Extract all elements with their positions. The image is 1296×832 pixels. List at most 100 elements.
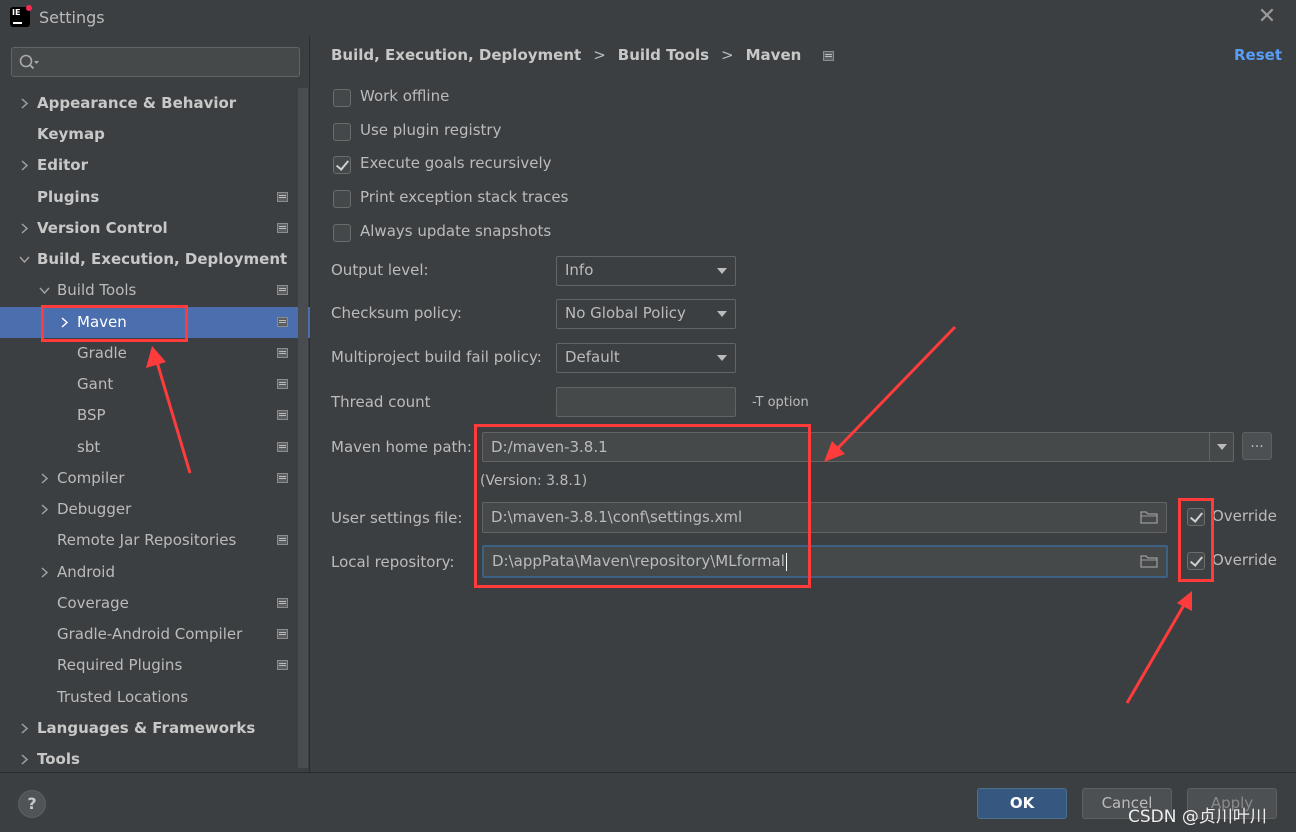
search-input[interactable] xyxy=(44,51,294,73)
sidebar-item-appearance-behavior[interactable]: Appearance & Behavior xyxy=(0,88,310,119)
sidebar-item-build-execution-deployment[interactable]: Build, Execution, Deployment xyxy=(0,244,310,275)
settings-sidebar: Appearance & Behavior Keymap Editor Plug… xyxy=(0,36,310,772)
maven-home-input[interactable]: D:/maven-3.8.1 xyxy=(482,432,1234,462)
checkbox-box[interactable] xyxy=(333,224,351,242)
sidebar-item-label: sbt xyxy=(77,438,101,456)
project-settings-icon xyxy=(277,317,288,327)
checkbox-box[interactable] xyxy=(1187,552,1205,570)
sidebar-item-label: Build Tools xyxy=(57,281,137,299)
output-level-select[interactable]: Info xyxy=(556,256,736,286)
breadcrumb-separator: > xyxy=(721,46,734,64)
help-button[interactable]: ? xyxy=(18,790,46,818)
folder-icon[interactable] xyxy=(1140,510,1158,524)
sidebar-item-debugger[interactable]: Debugger xyxy=(0,494,310,525)
sidebar-item-languages-frameworks[interactable]: Languages & Frameworks xyxy=(0,713,310,744)
field-value: D:\maven-3.8.1\conf\settings.xml xyxy=(491,508,743,526)
multiproject-fail-policy-select[interactable]: Default xyxy=(556,343,736,373)
breadcrumb-item: Build, Execution, Deployment xyxy=(331,46,582,64)
project-settings-icon xyxy=(277,223,288,233)
sidebar-item-label: Languages & Frameworks xyxy=(37,719,256,737)
reset-link[interactable]: Reset xyxy=(1234,46,1282,64)
window-title: Settings xyxy=(39,8,105,27)
checksum-policy-select[interactable]: No Global Policy xyxy=(556,299,736,329)
output-level-label: Output level: xyxy=(331,261,429,279)
project-settings-icon xyxy=(277,192,288,202)
chevron-right-icon xyxy=(17,713,31,744)
ok-button[interactable]: OK xyxy=(977,788,1067,819)
chevron-right-icon xyxy=(37,557,51,588)
checksum-policy-label: Checksum policy: xyxy=(331,304,462,322)
project-settings-icon xyxy=(277,598,288,608)
checkbox-box[interactable] xyxy=(333,89,351,107)
checkbox-box[interactable] xyxy=(1187,508,1205,526)
sidebar-item-label: Maven xyxy=(77,313,127,331)
thread-count-label: Thread count xyxy=(331,393,431,411)
chevron-down-icon xyxy=(17,244,31,275)
override-label: Override xyxy=(1212,507,1277,525)
sidebar-item-compiler[interactable]: Compiler xyxy=(0,463,310,494)
checkbox-box[interactable] xyxy=(333,123,351,141)
breadcrumb-separator: > xyxy=(593,46,606,64)
chevron-right-icon xyxy=(57,307,71,338)
sidebar-item-coverage[interactable]: Coverage xyxy=(0,588,310,619)
project-settings-icon xyxy=(277,535,288,545)
chevron-right-icon xyxy=(37,463,51,494)
chevron-right-icon xyxy=(37,494,51,525)
sidebar-item-gant[interactable]: Gant xyxy=(0,369,310,400)
folder-icon[interactable] xyxy=(1140,554,1158,568)
dropdown-arrow-icon xyxy=(717,268,727,274)
sidebar-item-tools[interactable]: Tools xyxy=(0,744,310,775)
sidebar-item-android[interactable]: Android xyxy=(0,557,310,588)
maven-home-label: Maven home path: xyxy=(331,438,472,456)
sidebar-item-label: Keymap xyxy=(37,125,105,143)
checkbox-box[interactable] xyxy=(333,156,351,174)
sidebar-item-bsp[interactable]: BSP xyxy=(0,400,310,431)
multiproject-fail-policy-label: Multiproject build fail policy: xyxy=(331,348,542,366)
close-icon[interactable]: ✕ xyxy=(1256,6,1278,28)
dialog-footer: ? OK Cancel Apply CSDN @贞川叶川 xyxy=(0,772,1296,832)
checkbox-label: Execute goals recursively xyxy=(360,154,552,172)
project-settings-icon xyxy=(277,473,288,483)
maven-home-browse-button[interactable]: ... xyxy=(1242,432,1272,460)
sidebar-item-remote-jar-repositories[interactable]: Remote Jar Repositories xyxy=(0,525,310,556)
sidebar-item-gradle[interactable]: Gradle xyxy=(0,338,310,369)
local-repository-input[interactable]: D:\appPata\Maven\repository\MLformal xyxy=(482,545,1168,578)
sidebar-item-label: Plugins xyxy=(37,188,100,206)
maven-home-dropdown[interactable] xyxy=(1209,432,1234,462)
sidebar-item-keymap[interactable]: Keymap xyxy=(0,119,310,150)
sidebar-item-label: Debugger xyxy=(57,500,132,518)
thread-count-input[interactable] xyxy=(556,387,736,417)
sidebar-item-label: Remote Jar Repositories xyxy=(57,531,237,549)
sidebar-item-label: Android xyxy=(57,563,115,581)
checkbox-box[interactable] xyxy=(333,190,351,208)
sidebar-item-maven[interactable]: Maven xyxy=(0,307,310,338)
project-settings-icon xyxy=(277,629,288,639)
sidebar-item-label: Tools xyxy=(37,750,80,768)
sidebar-item-gradle-android-compiler[interactable]: Gradle-Android Compiler xyxy=(0,619,310,650)
sidebar-item-label: Appearance & Behavior xyxy=(37,94,237,112)
project-settings-icon xyxy=(822,51,834,61)
search-box[interactable] xyxy=(11,47,300,77)
project-settings-icon xyxy=(277,660,288,670)
project-settings-icon xyxy=(277,285,288,295)
sidebar-item-sbt[interactable]: sbt xyxy=(0,432,310,463)
sidebar-item-label: Trusted Locations xyxy=(57,688,189,706)
sidebar-item-version-control[interactable]: Version Control xyxy=(0,213,310,244)
thread-count-hint: -T option xyxy=(752,395,809,410)
checkbox-label: Use plugin registry xyxy=(360,121,502,139)
sidebar-item-trusted-locations[interactable]: Trusted Locations xyxy=(0,682,310,713)
sidebar-item-build-tools[interactable]: Build Tools xyxy=(0,275,310,306)
watermark-text: CSDN @贞川叶川 xyxy=(1128,807,1267,827)
sidebar-item-editor[interactable]: Editor xyxy=(0,150,310,181)
field-value: D:\appPata\Maven\repository\MLformal xyxy=(492,552,787,571)
intellij-logo-icon: IE xyxy=(10,5,32,27)
sidebar-item-required-plugins[interactable]: Required Plugins xyxy=(0,650,310,681)
select-value: Info xyxy=(565,261,594,279)
project-settings-icon xyxy=(277,410,288,420)
sidebar-item-plugins[interactable]: Plugins xyxy=(0,182,310,213)
sidebar-scrollbar[interactable] xyxy=(298,88,308,768)
title-bar: IE Settings ✕ xyxy=(0,0,1296,36)
maven-settings-panel: Build, Execution, Deployment > Build Tools… xyxy=(311,36,1296,772)
sidebar-item-label: Build, Execution, Deployment xyxy=(37,250,288,268)
user-settings-input[interactable]: D:\maven-3.8.1\conf\settings.xml xyxy=(482,502,1167,533)
